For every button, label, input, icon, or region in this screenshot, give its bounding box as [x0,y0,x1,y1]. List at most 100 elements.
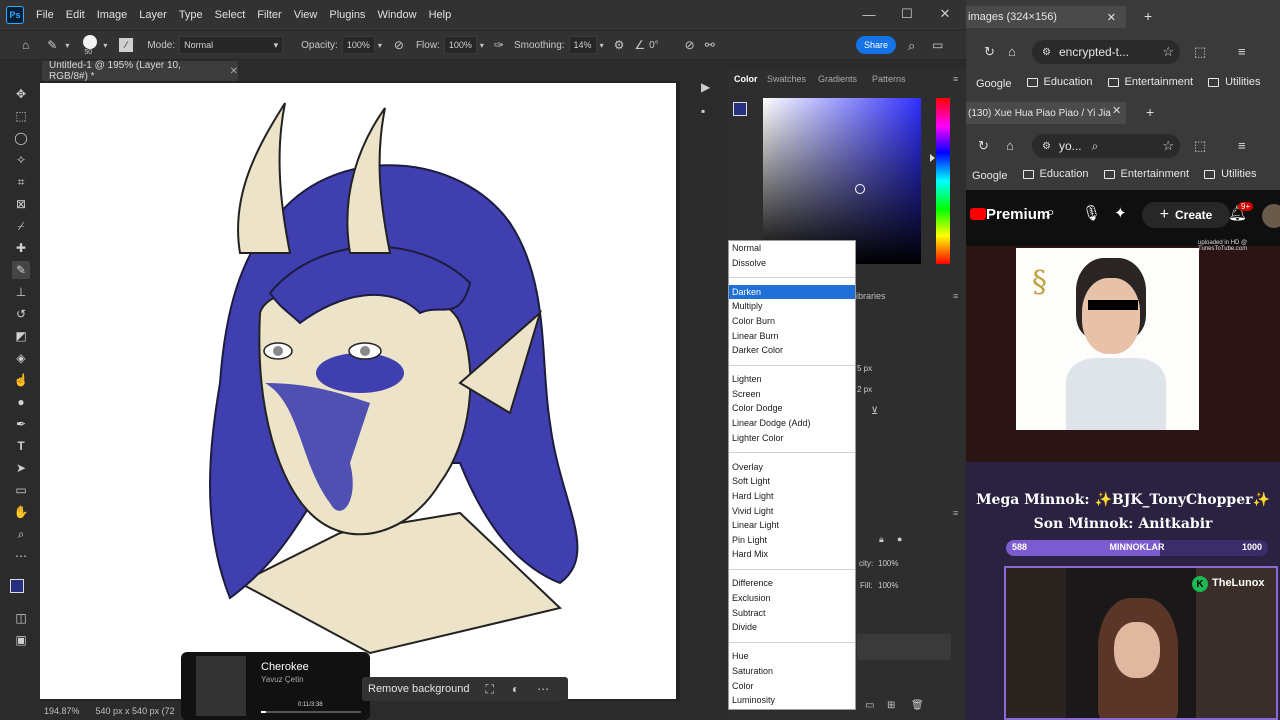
site-info-icon[interactable]: ⚙ [1042,47,1051,58]
fill-value[interactable]: 100% [878,581,898,590]
close-tab-icon[interactable]: ✕ [1112,104,1121,117]
menu-layer[interactable]: Layer [133,9,173,21]
blend-mode-lighter-color[interactable]: Lighter Color [729,431,855,445]
blend-mode-pin-light[interactable]: Pin Light [729,533,855,547]
panel-menu-icon[interactable]: ≡ [953,291,958,301]
remove-background-button[interactable]: Remove background [368,683,470,695]
zoom-tool-icon[interactable]: ⌕ [12,525,30,543]
blend-mode-color-dodge[interactable]: Color Dodge [729,401,855,415]
tab-gradients[interactable]: Gradients [818,74,857,84]
angle-value[interactable]: 0° [649,40,659,51]
blend-mode-linear-burn[interactable]: Linear Burn [729,329,855,343]
menu-file[interactable]: File [30,9,60,21]
blend-mode-hard-mix[interactable]: Hard Mix [729,547,855,561]
trash-icon[interactable]: 🗑︎ [911,700,924,711]
symmetry-icon[interactable]: ⚯ [705,38,715,52]
frame-tool-icon[interactable]: ⊠ [12,195,30,213]
address-bar[interactable]: ⚙ yo... ⌕ ☆ [1032,134,1180,158]
more-options-icon[interactable]: ⋯ [537,682,549,696]
eyedropper-tool-icon[interactable]: ⌿ [12,217,30,235]
blend-mode-overlay[interactable]: Overlay [729,460,855,474]
align-icon[interactable]: ⊻ [871,406,878,417]
stamp-tool-icon[interactable]: ⊥ [12,283,30,301]
quick-mask-icon[interactable]: ◫ [12,609,30,627]
screen-mode-icon[interactable]: ▣ [12,631,30,649]
blend-mode-luminosity[interactable]: Luminosity [729,693,855,707]
blend-mode-normal[interactable]: Normal [729,241,855,255]
hue-slider[interactable] [930,98,950,264]
photoshop-logo-icon[interactable]: Ps [0,0,30,30]
bookmark-entertainment[interactable]: Entertainment [1107,76,1193,88]
blend-mode-color-burn[interactable]: Color Burn [729,314,855,328]
menu-image[interactable]: Image [91,9,134,21]
property-value[interactable]: 5 px [857,364,872,373]
paint-bucket-tool-icon[interactable]: ◈ [12,349,30,367]
youtube-logo-icon[interactable] [970,208,986,220]
libraries-tab[interactable]: Libraries [851,291,886,301]
bookmark-entertainment[interactable]: Entertainment [1103,168,1189,180]
adjust-icon[interactable]: ◐ [512,682,519,696]
blend-mode-multiply[interactable]: Multiply [729,299,855,313]
pressure-size-icon[interactable]: ⊘ [685,38,695,52]
more-tools-icon[interactable]: ⋯ [12,547,30,565]
blend-mode-screen[interactable]: Screen [729,387,855,401]
pressure-opacity-icon[interactable]: ⊘ [394,38,404,52]
rectangle-tool-icon[interactable]: ▭ [12,481,30,499]
new-group-icon[interactable]: ▭ [865,700,874,711]
blend-mode-color[interactable]: Color [729,679,855,693]
angle-icon[interactable]: ∠ [634,38,645,52]
chevron-down-icon[interactable]: ▾ [600,41,604,50]
menu-edit[interactable]: Edit [60,9,91,21]
blend-mode-saturation[interactable]: Saturation [729,664,855,678]
tab-swatches[interactable]: Swatches [767,74,806,84]
close-icon[interactable]: ✕ [926,0,964,28]
smudge-tool-icon[interactable]: ☝ [12,371,30,389]
new-tab-icon[interactable]: + [1144,8,1152,24]
hue-slider-handle[interactable] [930,154,935,162]
blend-mode-lighten[interactable]: Lighten [729,372,855,386]
bookmark-star-icon[interactable]: ☆ [1162,138,1174,154]
menu-window[interactable]: Window [371,9,422,21]
blend-mode-difference[interactable]: Difference [729,576,855,590]
blend-mode-darken[interactable]: Darken [729,284,855,299]
layer-opacity-value[interactable]: 100% [878,559,898,568]
workspace-icon[interactable]: ▭ [932,38,943,52]
opacity-input[interactable]: 100% [341,36,375,54]
menu-type[interactable]: Type [173,9,209,21]
airbrush-icon[interactable]: ✑ [494,38,504,52]
menu-filter[interactable]: Filter [251,9,287,21]
youtube-premium-brand[interactable]: Premium [986,206,1050,223]
menu-help[interactable]: Help [423,9,458,21]
create-button[interactable]: + Create [1142,202,1230,228]
blend-mode-divide[interactable]: Divide [729,620,855,634]
blend-mode-subtract[interactable]: Subtract [729,606,855,620]
color-foreground-swatch[interactable] [733,102,747,116]
document-info[interactable]: 540 px x 540 px (72 [96,706,175,716]
property-value[interactable]: 2 px [857,385,872,394]
avatar[interactable] [1262,204,1280,228]
maximize-icon[interactable]: ☐ [888,0,926,28]
color-picker-handle[interactable] [855,184,865,194]
close-tab-icon[interactable]: ✕ [1107,11,1116,24]
tab-patterns[interactable]: Patterns [872,74,906,84]
brush-preset-picker[interactable]: 50 [81,32,99,58]
brush-tool-icon[interactable]: ✎ [12,261,30,279]
crop-tool-icon[interactable]: ⌗ [12,173,30,191]
blend-mode-linear-light[interactable]: Linear Light [729,518,855,532]
panel-menu-icon[interactable]: ≡ [953,74,958,84]
bookmark-star-icon[interactable]: ☆ [1162,44,1174,60]
blend-mode-exclusion[interactable]: Exclusion [729,591,855,605]
lasso-tool-icon[interactable]: ◯ [12,129,30,147]
brush-settings-icon[interactable]: ⁄ [119,38,134,52]
game-icon[interactable]: ✦ [1114,204,1127,222]
hand-tool-icon[interactable]: ✋ [12,503,30,521]
menu-select[interactable]: Select [209,9,252,21]
bookmark-utilities[interactable]: Utilities [1208,76,1261,88]
home-icon[interactable]: ⌂ [22,38,29,52]
tab-color[interactable]: Color [734,74,758,84]
bookmark-education[interactable]: Education [1026,76,1092,88]
chevron-down-icon[interactable]: ▾ [103,41,107,50]
close-tab-icon[interactable]: ✕ [230,66,238,77]
layer-row[interactable] [857,634,951,660]
healing-tool-icon[interactable]: ✚ [12,239,30,257]
